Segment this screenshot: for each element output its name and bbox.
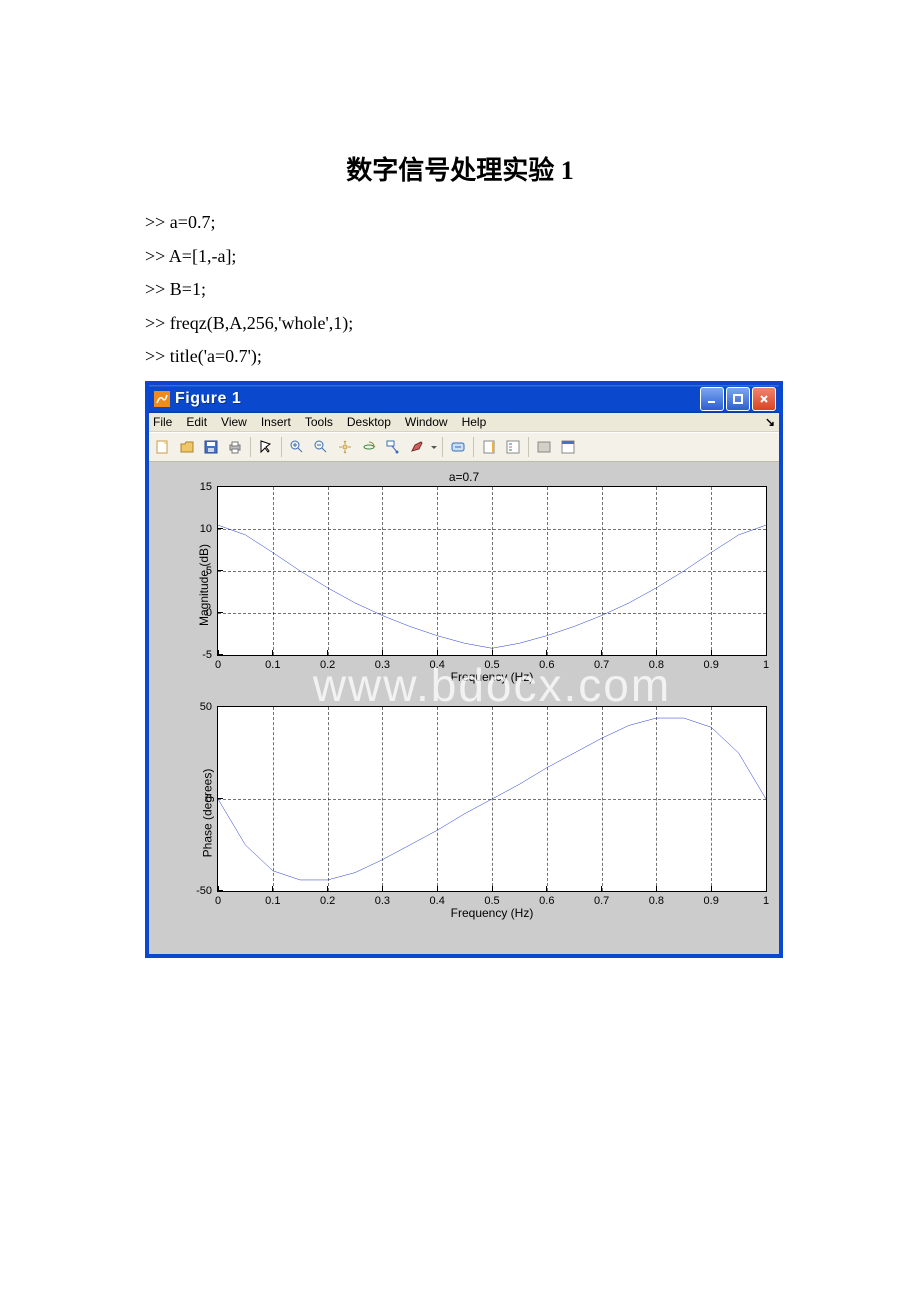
xtick-label: 0.2 xyxy=(320,895,335,907)
save-button[interactable] xyxy=(200,436,222,458)
toolbar-separator xyxy=(281,437,282,457)
ytick-label: 0 xyxy=(206,607,212,619)
zoom-in-button[interactable] xyxy=(286,436,308,458)
ylabel-phase: Phase (degrees) xyxy=(200,768,214,857)
xtick-label: 0.6 xyxy=(539,659,554,671)
xtick-label: 1 xyxy=(763,895,769,907)
xtick-label: 0 xyxy=(215,895,221,907)
ytick-label: 0 xyxy=(206,793,212,805)
link-button[interactable] xyxy=(447,436,469,458)
ytick-label: 5 xyxy=(206,565,212,577)
xlabel-magnitude: Frequency (Hz) xyxy=(217,670,767,684)
menu-tools[interactable]: Tools xyxy=(305,415,333,429)
window-titlebar[interactable]: Figure 1 xyxy=(149,385,779,413)
brush-dropdown[interactable] xyxy=(430,436,438,458)
code-line: >> B=1; xyxy=(145,274,920,306)
pan-button[interactable] xyxy=(334,436,356,458)
plot-area: a=0.7 Magnitude (dB) www.bdocx.com -5051… xyxy=(149,462,779,954)
xtick-label: 0.8 xyxy=(649,895,664,907)
menu-file-label: File xyxy=(153,415,172,429)
zoom-out-button[interactable] xyxy=(310,436,332,458)
code-line: >> title('a=0.7'); xyxy=(145,341,920,373)
code-line: >> a=0.7; xyxy=(145,207,920,239)
menu-desktop-label: Desktop xyxy=(347,415,391,429)
xtick-label: 0.3 xyxy=(375,659,390,671)
menu-tools-label: Tools xyxy=(305,415,333,429)
open-file-button[interactable] xyxy=(176,436,198,458)
insert-legend-button[interactable] xyxy=(502,436,524,458)
data-cursor-button[interactable] xyxy=(382,436,404,458)
maximize-button[interactable] xyxy=(726,387,750,411)
xtick-label: 0 xyxy=(215,659,221,671)
matlab-code: >> a=0.7; >> A=[1,-a]; >> B=1; >> freqz(… xyxy=(145,207,920,373)
toolbar-separator xyxy=(473,437,474,457)
ytick-label: 10 xyxy=(200,523,212,535)
menu-overflow-icon[interactable]: ↘ xyxy=(765,415,775,429)
menu-insert-label: Insert xyxy=(261,415,291,429)
dock-button[interactable] xyxy=(557,436,579,458)
menu-insert[interactable]: Insert xyxy=(261,415,291,429)
axes-phase: Phase (degrees) -5005000.10.20.30.40.50.… xyxy=(155,706,773,920)
xtick-label: 0.7 xyxy=(594,895,609,907)
menu-window-label: Window xyxy=(405,415,448,429)
matlab-icon xyxy=(154,391,170,407)
ytick-label: 50 xyxy=(200,701,212,713)
toolbar-separator xyxy=(528,437,529,457)
ytick-label: -50 xyxy=(196,885,212,897)
xtick-label: 0.3 xyxy=(375,895,390,907)
toolbar-separator xyxy=(442,437,443,457)
xtick-label: 1 xyxy=(763,659,769,671)
axes-magnitude: Magnitude (dB) www.bdocx.com -505101500.… xyxy=(155,486,773,684)
menu-edit[interactable]: Edit xyxy=(186,415,207,429)
menu-view-label: View xyxy=(221,415,247,429)
insert-colorbar-button[interactable] xyxy=(478,436,500,458)
xtick-label: 0.5 xyxy=(484,895,499,907)
menu-window[interactable]: Window xyxy=(405,415,448,429)
menu-view[interactable]: View xyxy=(221,415,247,429)
chart-title: a=0.7 xyxy=(155,470,773,484)
xtick-label: 0.4 xyxy=(430,659,445,671)
xtick-label: 0.7 xyxy=(594,659,609,671)
print-button[interactable] xyxy=(224,436,246,458)
rotate-3d-button[interactable] xyxy=(358,436,380,458)
axes-box[interactable]: -5005000.10.20.30.40.50.60.70.80.91 xyxy=(217,706,767,892)
page-title: 数字信号处理实验 1 xyxy=(0,150,920,187)
xtick-label: 0.1 xyxy=(265,895,280,907)
code-line: >> A=[1,-a]; xyxy=(145,241,920,273)
xlabel-phase: Frequency (Hz) xyxy=(217,906,767,920)
figure-window: Figure 1 File Edit View Insert Tools Des… xyxy=(145,381,783,958)
xtick-label: 0.9 xyxy=(704,895,719,907)
menu-edit-label: Edit xyxy=(186,415,207,429)
menu-file[interactable]: File xyxy=(153,415,172,429)
menu-desktop[interactable]: Desktop xyxy=(347,415,391,429)
menubar: File Edit View Insert Tools Desktop Wind… xyxy=(149,413,779,432)
new-figure-button[interactable] xyxy=(152,436,174,458)
toolbar-separator xyxy=(250,437,251,457)
toolbar xyxy=(149,432,779,462)
xtick-label: 0.1 xyxy=(265,659,280,671)
xtick-label: 0.4 xyxy=(430,895,445,907)
window-controls xyxy=(700,387,776,411)
hide-toolbar-button[interactable] xyxy=(533,436,555,458)
window-title: Figure 1 xyxy=(175,390,700,408)
brush-button[interactable] xyxy=(406,436,428,458)
xtick-label: 0.9 xyxy=(704,659,719,671)
xtick-label: 0.8 xyxy=(649,659,664,671)
xtick-label: 0.2 xyxy=(320,659,335,671)
close-button[interactable] xyxy=(752,387,776,411)
minimize-button[interactable] xyxy=(700,387,724,411)
menu-help[interactable]: Help xyxy=(462,415,487,429)
edit-plot-button[interactable] xyxy=(255,436,277,458)
axes-box[interactable]: www.bdocx.com -505101500.10.20.30.40.50.… xyxy=(217,486,767,656)
xtick-label: 0.5 xyxy=(484,659,499,671)
menu-help-label: Help xyxy=(462,415,487,429)
ytick-label: -5 xyxy=(202,649,212,661)
code-line: >> freqz(B,A,256,'whole',1); xyxy=(145,308,920,340)
xtick-label: 0.6 xyxy=(539,895,554,907)
ytick-label: 15 xyxy=(200,481,212,493)
